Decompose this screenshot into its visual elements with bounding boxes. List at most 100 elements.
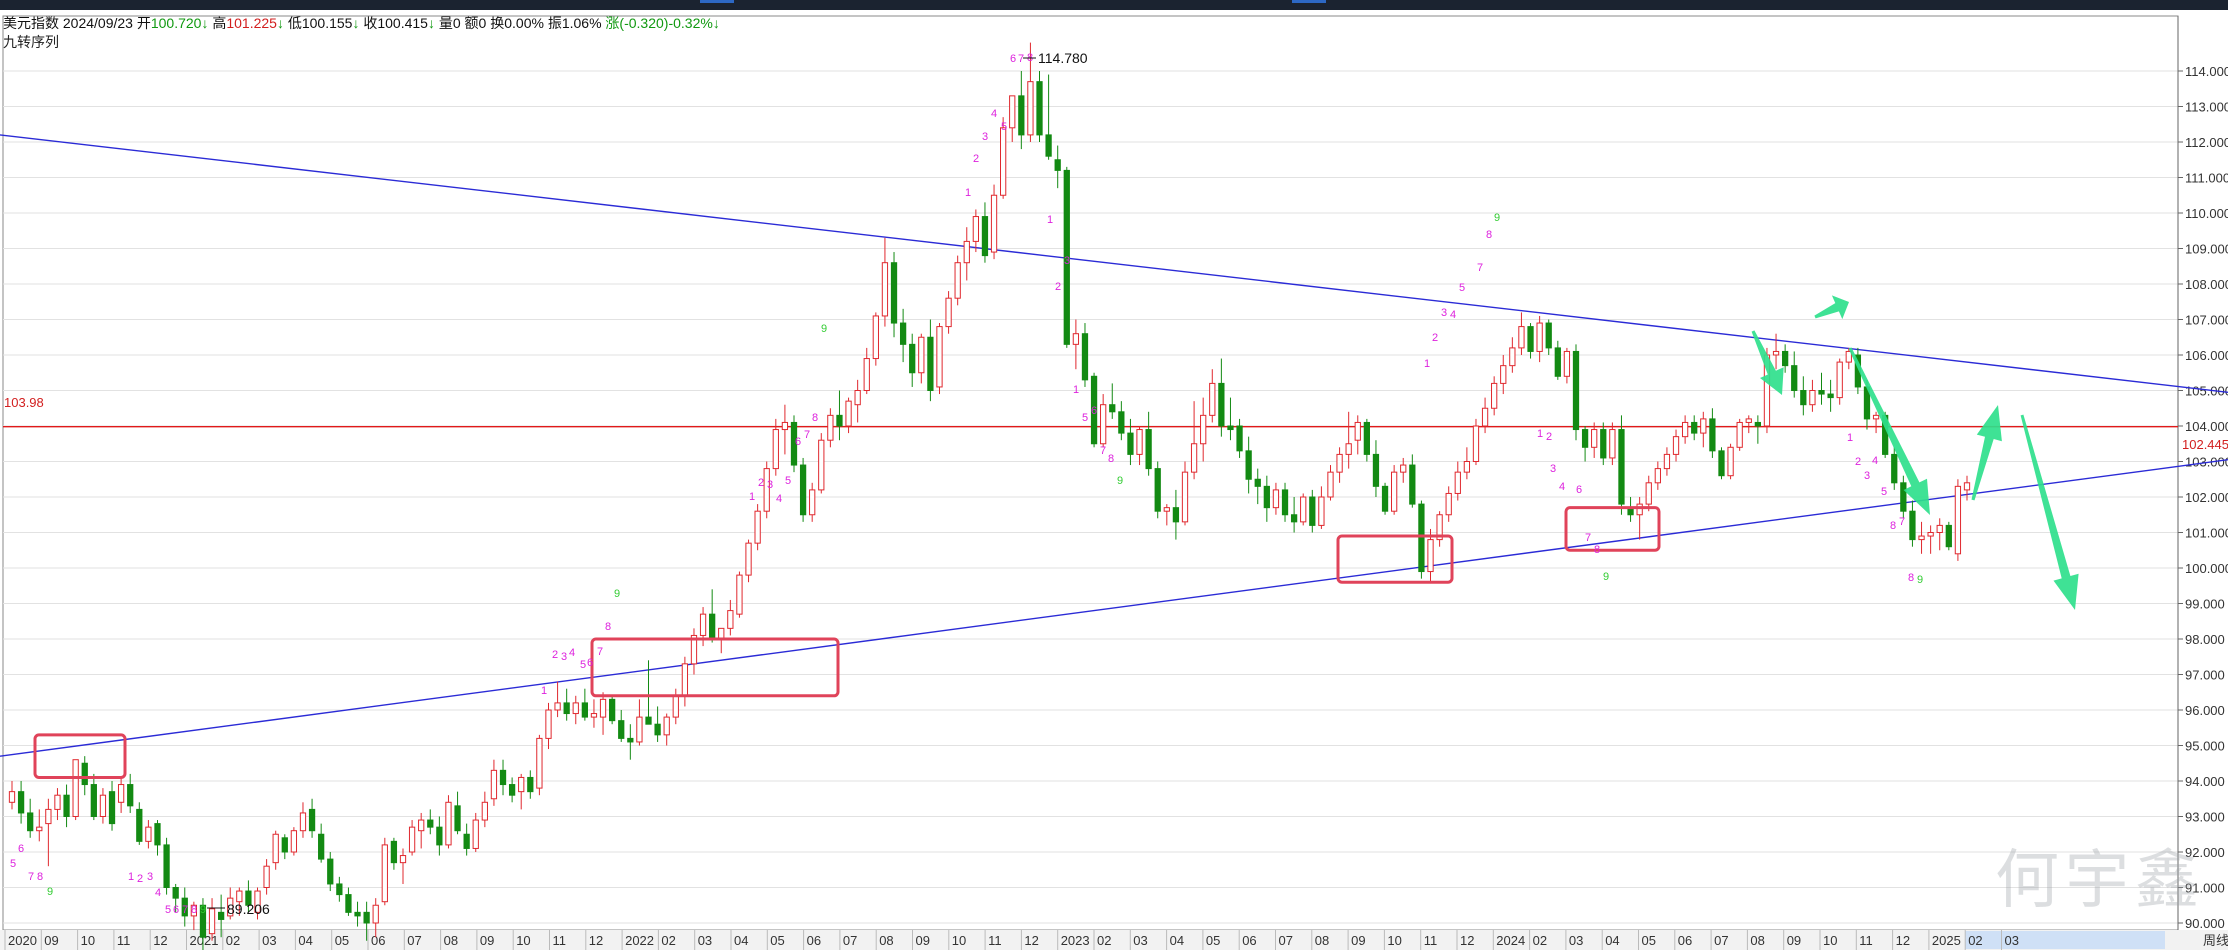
y-tick-label: 107.000	[2185, 313, 2228, 328]
td-count-label: 5	[1001, 121, 1007, 133]
candle-body	[845, 400, 852, 427]
td-count-label: 7	[28, 871, 34, 883]
x-tick-label: 08	[444, 933, 458, 948]
candle-body	[1381, 485, 1389, 512]
candle-body	[363, 911, 370, 924]
candle-body	[418, 819, 425, 832]
candle-body	[963, 240, 970, 264]
candle-body	[1927, 532, 1934, 537]
td-count-label: 9	[614, 588, 620, 600]
candle-body	[345, 894, 352, 913]
candle-body	[508, 784, 516, 796]
candle-body	[1009, 95, 1016, 129]
td-count-label: 1	[541, 685, 547, 697]
x-tick-label: 03	[2005, 933, 2019, 948]
candle-body	[1645, 482, 1652, 505]
td-count-label: 4	[1559, 481, 1565, 493]
candle-body	[1418, 503, 1425, 573]
td-count-label: 4	[1872, 455, 1878, 467]
highlight-box-4[interactable]	[1564, 506, 1661, 552]
td-count-label: 1	[965, 187, 971, 199]
candle-body	[1491, 382, 1498, 409]
y-tick-label: 114.000	[2185, 64, 2228, 79]
x-tick-label: 12	[589, 933, 603, 948]
candle-body	[1654, 468, 1661, 484]
forecast-arrow[interactable]	[2020, 414, 2079, 610]
td-count-label: 6	[587, 657, 593, 669]
candle-body	[954, 262, 961, 299]
forecast-arrow[interactable]	[1814, 295, 1849, 320]
td-count-label: 7	[1585, 532, 1591, 544]
x-tick-label: 06	[371, 933, 385, 948]
candle-body	[36, 826, 43, 832]
x-tick-label: 2024	[1496, 933, 1525, 948]
candle-body	[1427, 539, 1434, 573]
candle-body	[518, 776, 525, 793]
td-count-label: 9	[47, 886, 53, 898]
td-count-label: 3	[982, 131, 988, 143]
highlight-box-2[interactable]	[590, 637, 840, 698]
td-count-label: 8	[1908, 572, 1914, 584]
td-count-label: 5	[580, 659, 586, 671]
td-count-label: 4	[569, 647, 575, 659]
candle-body	[881, 262, 889, 317]
candles	[8, 42, 1971, 950]
candle-body	[1818, 390, 1825, 395]
candle-body	[699, 613, 707, 636]
candle-body	[590, 713, 598, 718]
candle-body	[627, 737, 634, 743]
candle-body	[1327, 471, 1334, 498]
y-tick-label: 94.000	[2185, 774, 2225, 789]
candle-body	[145, 826, 152, 842]
y-tick-label: 96.000	[2185, 703, 2225, 718]
candle-body	[1454, 471, 1461, 494]
candle-body	[1836, 361, 1843, 399]
td-count-label: 1	[1424, 358, 1430, 370]
td-count-label: 9	[200, 904, 206, 916]
candle-body	[1872, 414, 1880, 420]
td-count-label: 1	[1847, 432, 1853, 444]
td-count-label: 7	[1477, 262, 1483, 274]
td-count-label: 6	[18, 843, 24, 855]
candle-body	[381, 844, 388, 903]
candle-body	[1745, 418, 1752, 423]
x-tick-label: 12	[1024, 933, 1038, 948]
candle-body	[663, 716, 670, 736]
candle-body	[163, 844, 170, 889]
candle-body	[54, 794, 61, 810]
candle-body	[754, 510, 761, 544]
x-tick-label: 04	[1605, 933, 1619, 948]
candle-body	[1945, 524, 1952, 548]
peak-label: 114.780	[1038, 50, 1088, 66]
candle-body	[1481, 407, 1489, 427]
td-count-label: 4	[155, 887, 161, 899]
td-count-label: 1	[1047, 214, 1053, 226]
candle-body	[45, 808, 52, 825]
y-tick-label: 113.000	[2185, 100, 2228, 115]
watermark: 何宇鑫	[1995, 844, 2205, 918]
x-tick-label: 04	[298, 933, 312, 948]
candle-body	[1336, 453, 1343, 473]
candle-body	[1591, 429, 1598, 448]
candle-body	[1936, 524, 1943, 534]
forecast-arrow[interactable]	[1971, 405, 2002, 501]
candle-body	[736, 574, 743, 615]
candlestick-chart[interactable]: 2020 09 10 11 12 2021 02 03 04 05 06 07 08 09 10 11 12 20…	[0, 0, 2228, 950]
y-tick-label: 109.000	[2185, 242, 2228, 257]
td-count-label: 7	[182, 904, 188, 916]
y-tick-label: 106.000	[2185, 348, 2228, 363]
grid	[2, 15, 2179, 931]
x-tick-label: 12	[1896, 933, 1910, 948]
candle-body	[1472, 425, 1480, 462]
candle-body	[1145, 429, 1152, 470]
forecast-arrow[interactable]	[1848, 347, 1930, 515]
td-count-label: 2	[552, 649, 558, 661]
trendline-lower	[0, 459, 2228, 757]
highlight-boxes[interactable]	[33, 506, 1661, 779]
candle-body	[563, 702, 570, 715]
candle-body	[127, 784, 134, 807]
td-count-label: 3	[1550, 463, 1556, 475]
candle-body	[308, 808, 316, 832]
x-tick-label: 2025	[1932, 933, 1961, 948]
candle-body	[1891, 453, 1898, 484]
